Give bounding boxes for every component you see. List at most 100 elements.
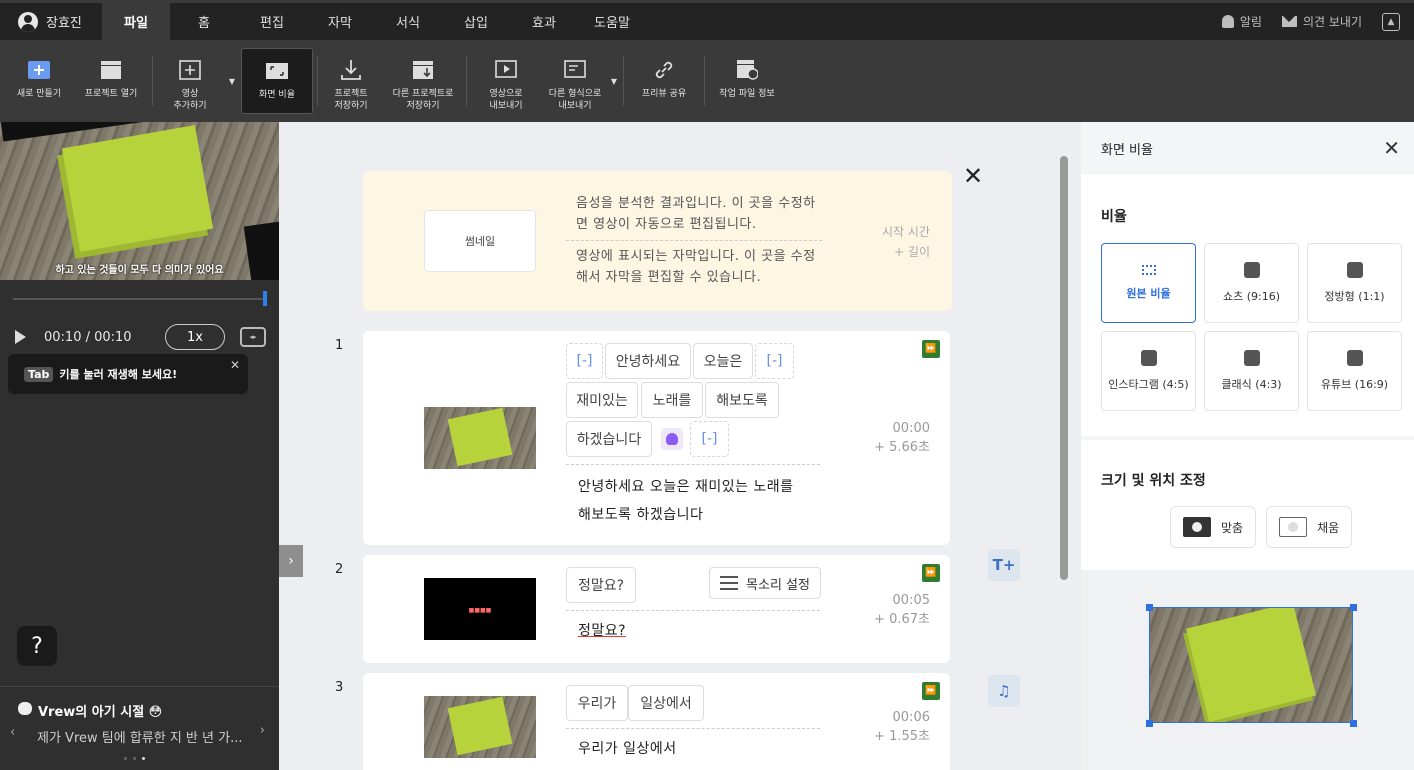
ratio-youtube-button[interactable]: 유튜브 (16:9) [1307,331,1402,411]
subtitle-line[interactable]: 안녕하세요 오늘은 재미있는 노래를 [578,473,818,501]
clip-card[interactable]: ■■■■ 정말요? 목소리 설정 정말요? 00:05 + 0.67초 ⏩ [363,555,950,663]
ratio-classic-button[interactable]: 클래식 (4:3) [1204,331,1299,411]
word-chip[interactable]: 노래를 [641,382,703,418]
timeline-handle[interactable] [263,291,267,306]
prev-news-icon[interactable]: ‹ [10,725,15,740]
instagram-icon [1346,262,1363,278]
save-project-button[interactable]: 프로젝트 저장하기 [320,40,382,122]
close-panel-icon[interactable]: ✕ [1383,136,1400,160]
menu-help[interactable]: 도움말 [578,3,646,40]
voice-settings-button[interactable]: 목소리 설정 [709,567,821,599]
fill-button[interactable]: 채움 [1266,506,1353,548]
clip-thumbnail[interactable] [424,407,536,469]
add-music-icon[interactable]: ♫ [988,675,1020,707]
left-panel: 하고 있는 것들이 모두 다 의미가 있어요 00:10 / 00:10 1x … [0,122,279,770]
page-dot-active[interactable] [142,757,145,760]
subtitle-line[interactable]: 해보도록 하겠습니다 [578,501,818,529]
sound-effect-icon[interactable] [661,428,683,450]
menu-insert[interactable]: 삽입 [442,3,510,40]
help-button[interactable]: ? [17,626,57,666]
resize-handle[interactable] [1146,720,1153,727]
export-other-label-2: 내보내기 [558,101,592,111]
export-other-button[interactable]: 다른 형식으로 내보내기 [543,40,607,122]
ratio-original-button[interactable]: 원본 비율 [1101,243,1196,323]
export-dropdown-icon[interactable]: ▼ [607,40,621,122]
preview-share-button[interactable]: 프리뷰 공유 [626,40,702,122]
save-as-button[interactable]: 다른 프로젝트로 저장하기 [382,40,464,122]
ratio-label: 인스타그램 (4:5) [1108,378,1189,391]
menu-edit[interactable]: 편집 [238,3,306,40]
open-project-button[interactable]: 프로젝트 열기 [72,40,150,122]
menu-format[interactable]: 서식 [374,3,442,40]
page-dot[interactable] [124,757,127,760]
new-project-button[interactable]: 새로 만들기 [6,40,72,122]
video-frame[interactable] [1149,607,1353,723]
video-preview[interactable]: 하고 있는 것들이 모두 다 의미가 있어요 [0,122,279,280]
aspect-ratio-button[interactable]: 화면 비율 [241,48,313,114]
word-chip[interactable]: 하겠습니다 [566,421,652,457]
ratio-instagram-button[interactable]: 인스타그램 (4:5) [1101,331,1196,411]
clip-number: 3 [335,680,344,695]
fill-label: 채움 [1317,520,1340,535]
collapse-toolbar-icon[interactable]: ▲ [1382,12,1400,31]
clip-thumbnail[interactable]: ■■■■ [424,578,536,640]
size-heading: 크기 및 위치 조정 [1101,473,1206,489]
open-project-label: 프로젝트 열기 [84,89,138,99]
next-news-icon[interactable]: › [260,723,265,738]
feedback-button[interactable]: 의견 보내기 [1281,13,1362,30]
play-icon[interactable] [15,330,26,344]
timeline-slider[interactable] [13,291,267,306]
scrollbar[interactable] [1060,156,1068,580]
close-icon[interactable]: ✕ [230,358,240,372]
project-info-button[interactable]: 작업 파일 정보 [707,40,787,122]
clip-thumbnail[interactable] [424,696,536,758]
resize-handle[interactable] [1350,604,1357,611]
play-clip-icon[interactable]: ⏩ [922,564,940,582]
menu-effects[interactable]: 효과 [510,3,578,40]
fit-screen-icon[interactable]: ◂▸ [240,327,266,347]
news-card[interactable]: Vrew의 아기 시절 😳 ‹ 제가 Vrew 팀에 합류한 지 반 년 가..… [0,686,279,770]
clip-card[interactable]: [-] 안녕하세요 오늘은 [-] 재미있는 노래를 해보도록 하겠습니다 [-… [363,331,950,545]
play-clip-icon[interactable]: ⏩ [922,340,940,358]
play-clip-icon[interactable]: ⏩ [922,682,940,700]
speed-button[interactable]: 1x [165,324,225,350]
add-text-icon[interactable]: T+ [988,549,1020,581]
word-chip[interactable]: 오늘은 [693,343,753,379]
ratio-square-button[interactable]: 정방형 (1:1) [1307,243,1402,323]
subtitle-line[interactable]: 정말요? [578,617,818,645]
menu-file[interactable]: 파일 [102,3,170,40]
word-chip[interactable]: 일상에서 [628,685,704,721]
word-chip[interactable]: [-] [755,343,794,379]
resize-handle[interactable] [1146,604,1153,611]
fit-button[interactable]: 맞춤 [1170,506,1257,548]
tv-icon [1243,350,1260,366]
aspect-ratio-panel: 화면 비율 ✕ 비율 원본 비율 쇼츠 (9:16) 정방형 (1:1) 인스타… [1081,122,1414,770]
clip-divider [566,464,820,465]
menu-subtitle[interactable]: 자막 [306,3,374,40]
word-chip[interactable]: 해보도록 [705,382,779,418]
word-chip[interactable]: 정말요? [566,567,636,603]
menu-home[interactable]: 홈 [170,3,238,40]
thumb-title: ■■■■ [468,607,492,614]
close-guide-icon[interactable]: ✕ [963,164,983,188]
word-chip[interactable]: 우리가 [566,685,628,721]
plus-icon [27,58,51,82]
page-dot[interactable] [133,757,136,760]
clip-duration: + 1.55초 [874,729,930,744]
expand-left-icon[interactable]: › [279,545,303,577]
add-video-button[interactable]: 영상 추가하기 [155,40,225,122]
word-chip[interactable]: 재미있는 [566,382,638,418]
resize-handle[interactable] [1350,720,1357,727]
word-chip[interactable]: [-] [566,343,603,379]
ratio-shorts-button[interactable]: 쇼츠 (9:16) [1204,243,1299,323]
editor-area: › ✕ 썸네일 음성을 분석한 결과입니다. 이 곳을 수정하면 영상이 자동으… [279,122,1081,770]
clip-card[interactable]: 우리가 일상에서 우리가 일상에서 00:06 + 1.55초 ⏩ [363,673,950,770]
subtitle-line[interactable]: 우리가 일상에서 [578,735,818,763]
add-video-dropdown-icon[interactable]: ▼ [225,40,239,122]
alarm-button[interactable]: 알림 [1221,13,1262,30]
word-chip[interactable]: 안녕하세요 [605,343,691,379]
export-video-button[interactable]: 영상으로 내보내기 [469,40,543,122]
clip-number: 2 [335,562,344,577]
user-account[interactable]: 장효진 [0,3,102,40]
word-chip[interactable]: [-] [690,421,729,457]
